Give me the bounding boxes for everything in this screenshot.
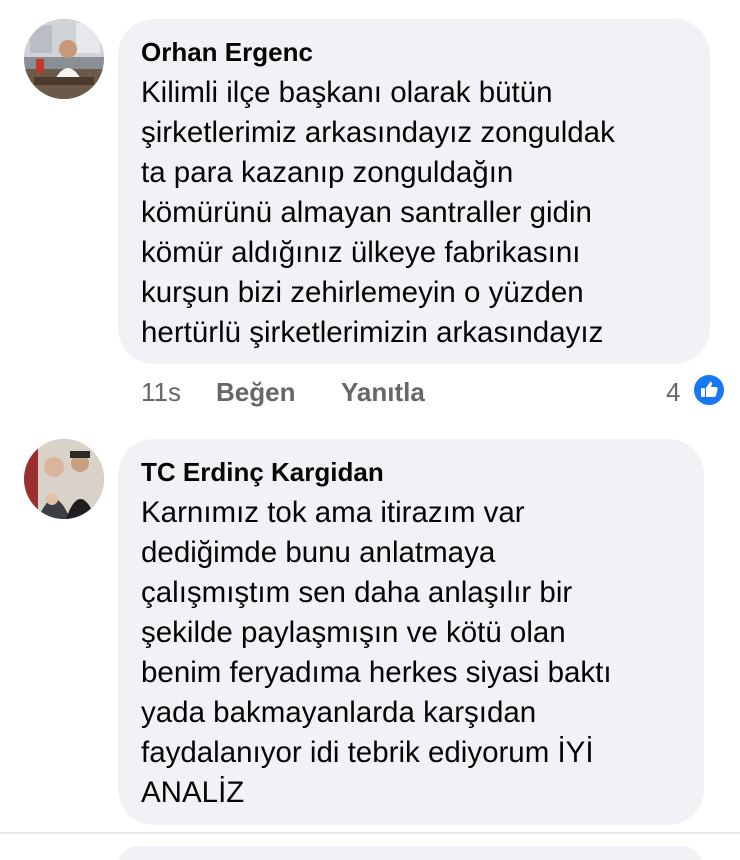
- comment-text-line: ta para kazanıp zonguldağın: [141, 156, 514, 189]
- divider: [0, 832, 740, 834]
- comment-text-line: şirketlerimiz arkasındayız zonguldak: [141, 116, 615, 149]
- comment-text-line: Karnımız tok ama itirazım var: [141, 496, 525, 529]
- comment-text: Karnımız tok ama itirazım var dediğimde …: [141, 493, 612, 813]
- reply-button[interactable]: Yanıtla: [341, 377, 425, 408]
- comment-text-line: kurşun bizi zehirlemeyin o yüzden: [141, 276, 584, 309]
- comment-timestamp[interactable]: 11s: [141, 377, 181, 408]
- comment-author[interactable]: TC Erdinç Kargidan: [141, 457, 384, 487]
- comment-text-line: yada bakmayanlarda karşıdan: [141, 696, 537, 729]
- avatar-photo: [24, 19, 104, 99]
- comment-text-line: şekilde paylaşmışın ve kötü olan: [141, 616, 566, 649]
- reaction-count[interactable]: 4: [666, 377, 680, 408]
- comment-author[interactable]: Orhan Ergenc: [141, 37, 313, 67]
- avatar[interactable]: [24, 19, 104, 99]
- comment-text-line: hertürlü şirketlerimizin arkasındayız: [141, 316, 604, 349]
- comment-text-line: benim feryadıma herkes siyasi baktı: [141, 656, 612, 689]
- like-thumbs-up-icon[interactable]: [692, 373, 726, 407]
- comment-text-line: faydalanıyor idi tebrik ediyorum İYİ: [141, 736, 594, 769]
- comment-text: Kilimli ilçe başkanı olarak bütün şirket…: [141, 73, 615, 353]
- comment-text-line: dediğimde bunu anlatmaya: [141, 536, 496, 569]
- comment-text-line: ANALİZ: [141, 776, 245, 809]
- comment-text-line: kömür aldığınız ülkeye fabrikasını: [141, 236, 581, 269]
- comment-text-line: çalışmıştım sen daha anlaşılır bir: [141, 576, 573, 609]
- comment-text-line: kömürünü almayan santraller gidin: [141, 196, 592, 229]
- avatar[interactable]: [24, 439, 104, 519]
- like-button[interactable]: Beğen: [216, 377, 295, 408]
- comments-thread: Orhan Ergenc Kilimli ilçe başkanı olarak…: [0, 0, 740, 860]
- comment-bubble: [118, 846, 702, 860]
- comment-text-line: Kilimli ilçe başkanı olarak bütün: [141, 76, 553, 109]
- avatar-photo: [24, 439, 104, 519]
